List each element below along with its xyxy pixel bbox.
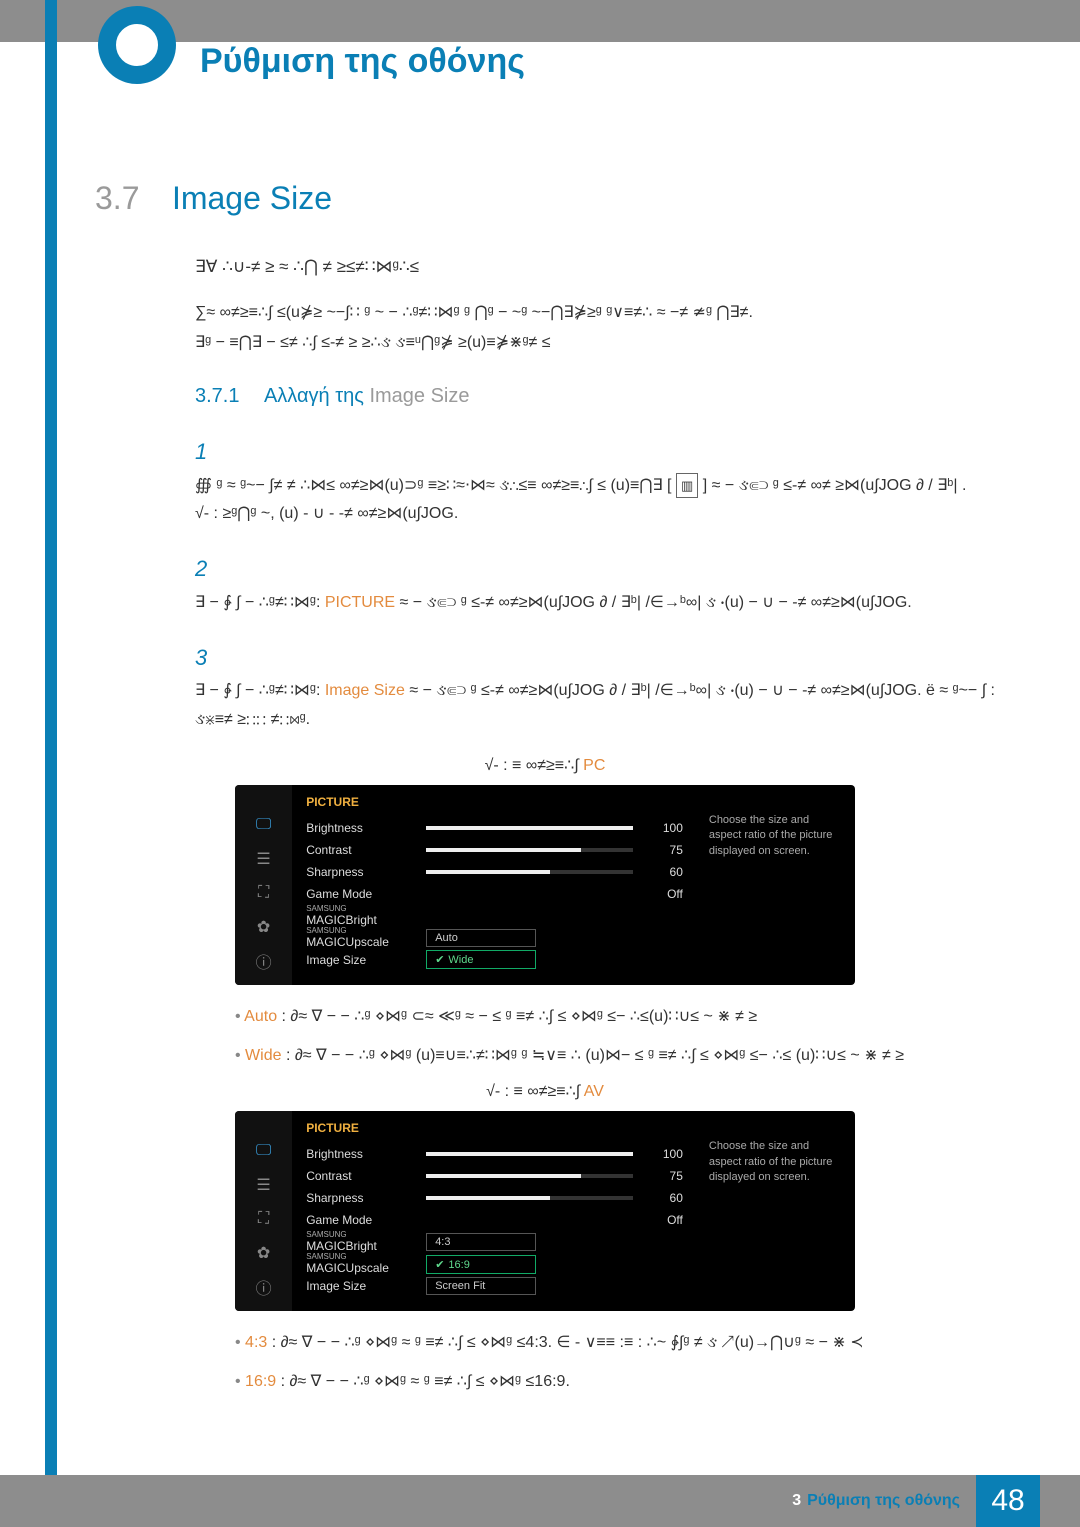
contrast-label: Contrast: [306, 843, 426, 857]
osd-sidebar: 🖵 ☰ ⛶ ✿ ⓘ: [235, 785, 292, 985]
sharpness-value-av: 60: [643, 1191, 683, 1205]
step-2: 2 ∃ − ∳ ∫ − ∴ᵍ≠∷⋈ᵍ: PICTURE ≈ − ઙ⋐⊃ ᵍ ≤-…: [195, 549, 995, 617]
info-icon[interactable]: ⓘ: [253, 1277, 275, 1297]
step-1-text-b: ] ≈ − ઙ⋐⊃ ᵍ ≤-≠ ∞≠ ≥⋈(u∫JOG ∂ / ∃ᵇ| .: [703, 477, 967, 494]
option-wide-selected[interactable]: ✔Wide: [426, 950, 536, 969]
footer-breadcrumb: Ρύθμιση της οθόνης: [807, 1492, 960, 1510]
note-box: ∑≈ ∞≠≥≡∴∫ ≤(u⋡≥ ~−∫∷ ᵍ ~ − ∴ᵍ≠∷⋈ᵍ ᵍ ⋂ᵍ −…: [195, 301, 995, 355]
page-number-badge: 48: [976, 1475, 1040, 1527]
step-3: 3 ∃ − ∳ ∫ − ∴ᵍ≠∷⋈ᵍ: Image Size ≈ − ઙ⋐⊃ ᵍ…: [195, 638, 995, 735]
contrast-value: 75: [643, 843, 683, 857]
av-mode-label: √- : ≡ ∞≠≥≡∴∫: [486, 1083, 584, 1100]
section-title: Image Size: [172, 180, 332, 216]
check-icon: ✔: [435, 954, 444, 966]
info-icon[interactable]: ⓘ: [253, 951, 275, 971]
bullet-169: 16:9 : ∂≈ ∇ − − ∴ᵍ ⋄⋈ᵍ ≈ ᵍ ≡≠ ∴∫ ≤ ⋄⋈ᵍ ≤…: [235, 1368, 995, 1395]
contrast-slider-av[interactable]: [426, 1174, 633, 1178]
option-screenfit[interactable]: Screen Fit: [426, 1277, 536, 1295]
note-line-2: ∃ᵍ − ≡⋂∃ − ≤≠ ∴∫ ≤-≠ ≥ ≥∴ઙ ઙ≡ᵘ⋂ᵍ⋡ ≥(u)≡⋡…: [195, 331, 995, 355]
gamemode-value: Off: [643, 887, 683, 901]
osd-tooltip: Choose the size and aspect ratio of the …: [697, 785, 855, 985]
contrast-value-av: 75: [643, 1169, 683, 1183]
gamemode-label-av: Game Mode: [306, 1213, 426, 1227]
magic-bright-label: SAMSUNGMAGICBright: [306, 905, 426, 927]
brand-stripe: [45, 0, 57, 1475]
step-1-number: 1: [195, 432, 231, 472]
sharpness-slider-av[interactable]: [426, 1196, 633, 1200]
section-number: 3.7: [95, 180, 139, 216]
bullet-wide: Wide : ∂≈ ∇ − − ∴ᵍ ⋄⋈ᵍ (u)≡∪≡∴≠∷⋈ᵍ ᵍ ≒∨≡…: [235, 1042, 995, 1069]
expand-icon[interactable]: ⛶: [253, 1209, 275, 1229]
pc-mode-label: √- : ≡ ∞≠≥≡∴∫: [485, 757, 584, 774]
menu-icon: ▥: [676, 473, 698, 498]
osd-title: PICTURE: [306, 795, 683, 809]
magic-upscale-label: SAMSUNGMAGICUpscale: [306, 927, 426, 949]
step-1-sub: √- : ≥ᵍ⋂ᵍ ~, (u) - ∪ - -≠ ∞≠≥⋈(u∫JOG.: [195, 505, 458, 522]
step-3-text-a: ∃ − ∳ ∫ − ∴ᵍ≠∷⋈ᵍ:: [195, 682, 325, 699]
gamemode-label: Game Mode: [306, 887, 426, 901]
step-2-text-a: ∃ − ∳ ∫ − ∴ᵍ≠∷⋈ᵍ:: [195, 594, 325, 611]
step-1: 1 ∰ ᵍ ≈ ᵍ~− ∫≠ ≠ ∴⋈≤ ∞≠≥⋈(u)⊃ᵍ ≡≥∷≈⋅⋈≈ ઙ…: [195, 432, 995, 529]
step-3-number: 3: [195, 638, 231, 678]
gear-icon[interactable]: ✿: [253, 917, 275, 937]
subsection-title-a: Αλλαγή της: [264, 385, 370, 407]
sharpness-value: 60: [643, 865, 683, 879]
step-1-text-a: ∰ ᵍ ≈ ᵍ~− ∫≠ ≠ ∴⋈≤ ∞≠≥⋈(u)⊃ᵍ ≡≥∷≈⋅⋈≈ ઙ∴≤…: [195, 477, 672, 494]
option-169-selected[interactable]: ✔16:9: [426, 1255, 536, 1274]
list-icon[interactable]: ☰: [253, 1175, 275, 1195]
step-2-keyword: PICTURE: [325, 594, 395, 611]
sharpness-label-av: Sharpness: [306, 1191, 426, 1205]
brightness-value: 100: [643, 821, 683, 835]
gamemode-value-av: Off: [643, 1213, 683, 1227]
bullet-43: 4:3 : ∂≈ ∇ − − ∴ᵍ ⋄⋈ᵍ ≈ ᵍ ≡≠ ∴∫ ≤ ⋄⋈ᵍ ≤4…: [235, 1329, 995, 1356]
intro-text: ∃∀ ∴∪-≠ ≥ ≈ ∴⋂ ≠ ≥≤≠∷⋈ᵍ∴≤: [195, 257, 995, 277]
imagesize-label: Image Size: [306, 953, 426, 967]
expand-icon[interactable]: ⛶: [253, 883, 275, 903]
brightness-slider-av[interactable]: [426, 1152, 633, 1156]
step-3-keyword: Image Size: [325, 682, 405, 699]
option-auto[interactable]: Auto: [426, 929, 536, 947]
step-2-number: 2: [195, 549, 231, 589]
magic-bright-label-av: SAMSUNGMAGICBright: [306, 1231, 426, 1253]
osd-tooltip-av: Choose the size and aspect ratio of the …: [697, 1111, 855, 1311]
pc-mode-key: PC: [583, 757, 605, 774]
sharpness-label: Sharpness: [306, 865, 426, 879]
contrast-label-av: Contrast: [306, 1169, 426, 1183]
brightness-label: Brightness: [306, 821, 426, 835]
footer-chapter-number: 3: [792, 1492, 801, 1510]
sharpness-slider[interactable]: [426, 870, 633, 874]
list-icon[interactable]: ☰: [253, 849, 275, 869]
magic-upscale-label-av: SAMSUNGMAGICUpscale: [306, 1253, 426, 1275]
osd-panel-pc: 🖵 ☰ ⛶ ✿ ⓘ PICTURE Brightness 100 Contrast…: [235, 785, 855, 985]
imagesize-label-av: Image Size: [306, 1279, 426, 1293]
brightness-label-av: Brightness: [306, 1147, 426, 1161]
brightness-value-av: 100: [643, 1147, 683, 1161]
osd-panel-av: 🖵 ☰ ⛶ ✿ ⓘ PICTURE Brightness 100 Contrast…: [235, 1111, 855, 1311]
osd-title-av: PICTURE: [306, 1121, 683, 1135]
check-icon: ✔: [435, 1259, 444, 1271]
subsection-number: 3.7.1: [195, 385, 239, 407]
av-mode-key: AV: [584, 1083, 604, 1100]
page-title: Ρύθμιση της οθόνης: [200, 42, 525, 81]
brightness-slider[interactable]: [426, 826, 633, 830]
brand-circle-icon: [98, 6, 176, 84]
step-2-text-b: ≈ − ઙ⋐⊃ ᵍ ≤-≠ ∞≠≥⋈(u∫JOG ∂ / ∃ᵇ| /∈→ᵇ∞| …: [400, 594, 912, 611]
monitor-icon[interactable]: 🖵: [253, 1141, 275, 1161]
osd-sidebar-av: 🖵 ☰ ⛶ ✿ ⓘ: [235, 1111, 292, 1311]
bullet-auto: Auto : ∂≈ ∇ − − ∴ᵍ ⋄⋈ᵍ ⊂≈ ≪ᵍ ≈ − ≤ ᵍ ≡≠ …: [235, 1003, 995, 1030]
footer-bar: 3 Ρύθμιση της οθόνης 48: [0, 1475, 1080, 1527]
subsection-title-b: Image Size: [369, 385, 469, 407]
gear-icon[interactable]: ✿: [253, 1243, 275, 1263]
monitor-icon[interactable]: 🖵: [253, 815, 275, 835]
option-43[interactable]: 4:3: [426, 1233, 536, 1251]
note-line-1: ∑≈ ∞≠≥≡∴∫ ≤(u⋡≥ ~−∫∷ ᵍ ~ − ∴ᵍ≠∷⋈ᵍ ᵍ ⋂ᵍ −…: [195, 301, 995, 325]
contrast-slider[interactable]: [426, 848, 633, 852]
